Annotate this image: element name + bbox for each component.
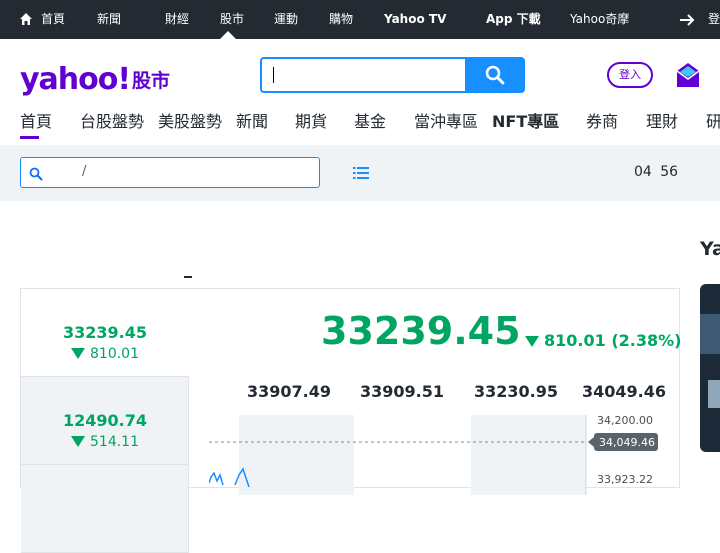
thumbnail-shape (708, 380, 720, 408)
topnav-item-signin[interactable]: 登入 (708, 0, 720, 39)
index-change: 810.01 (21, 346, 189, 362)
search-input[interactable] (260, 57, 465, 93)
index-value: 33239.45 (62, 323, 147, 342)
stat-value: 33230.95 (474, 382, 559, 401)
login-button[interactable]: 登入 (607, 62, 653, 88)
topnav-item-app-download[interactable]: App 下載 (486, 0, 541, 39)
index-change-value: 514.11 (90, 434, 139, 450)
index-tab[interactable]: 12490.74 514.11 (21, 377, 189, 465)
list-icon[interactable] (353, 166, 369, 180)
tab-home[interactable]: 首頁 (20, 110, 52, 134)
tab-research[interactable]: 研究 (706, 110, 720, 134)
index-tab[interactable]: 33239.45 810.01 (21, 289, 189, 377)
tab-brokers[interactable]: 券商 (586, 110, 618, 134)
stat-value: 33907.49 (247, 382, 332, 401)
active-tab-caret (220, 31, 236, 39)
reference-label-pointer (588, 437, 594, 447)
topnav-item-news[interactable]: 新聞 (97, 0, 121, 39)
stat-value: 33909.51 (360, 382, 445, 401)
home-icon[interactable] (19, 12, 33, 26)
topnav-item-shopping[interactable]: 購物 (329, 0, 353, 39)
tab-funds[interactable]: 基金 (354, 110, 386, 134)
logo-sub: 股市 (132, 70, 171, 92)
topnav-item-finance[interactable]: 財經 (165, 0, 189, 39)
main-change: 810.01 (2.38%) (525, 331, 681, 350)
title-dash (184, 276, 192, 278)
tick-label: 34,200.00 (597, 415, 653, 427)
index-value: 12490.74 (62, 411, 147, 430)
tab-futures[interactable]: 期貨 (295, 110, 327, 134)
chart-band (239, 415, 354, 495)
quote-search-separator: / (82, 164, 87, 179)
topnav-item-yahoo-tv[interactable]: Yahoo TV (384, 0, 446, 39)
tab-nft[interactable]: NFT專區 (492, 110, 559, 134)
index-change: 514.11 (21, 434, 189, 450)
tab-daytrade[interactable]: 當沖專區 (414, 110, 478, 134)
down-triangle-icon (71, 348, 85, 359)
search-icon (29, 167, 43, 181)
main-price: 33239.45 (321, 309, 521, 353)
topnav-item-sports[interactable]: 運動 (274, 0, 298, 39)
topnav-item-yahoo-kimo[interactable]: Yahoo奇摩 (570, 0, 629, 39)
topnav-item-home[interactable]: 首頁 (41, 0, 65, 39)
market-time: 04 56 (634, 164, 679, 180)
search-icon (485, 65, 505, 85)
video-thumbnail[interactable] (700, 284, 720, 452)
main-change-value: 810.01 (2.38%) (544, 331, 682, 350)
active-tab-underline (20, 136, 39, 139)
quote-search-input[interactable]: / (20, 157, 320, 188)
index-tab[interactable] (21, 465, 189, 553)
mail-icon[interactable] (676, 62, 700, 88)
logo-brand: yahoo! (20, 62, 131, 97)
right-rail-title: Ya (700, 238, 720, 260)
tab-tw-market[interactable]: 台股盤勢 (80, 110, 144, 134)
tab-news[interactable]: 新聞 (236, 110, 268, 134)
tab-wealth[interactable]: 理財 (646, 110, 678, 134)
down-triangle-icon (71, 436, 85, 447)
reference-label: 34,049.46 (599, 436, 655, 449)
tab-us-market[interactable]: 美股盤勢 (158, 110, 222, 134)
chart-band (471, 415, 586, 495)
text-cursor (273, 67, 274, 83)
top-navigation-bar: 首頁 新聞 財經 股市 運動 購物 Yahoo TV App 下載 Yahoo奇… (0, 0, 720, 39)
index-quote-panel: 33239.45 810.01 12490.74 514.11 33239.45… (20, 288, 681, 553)
down-triangle-icon (525, 336, 539, 347)
price-line (209, 471, 224, 486)
arrow-right-icon[interactable] (678, 11, 696, 29)
thumbnail-shape (700, 314, 720, 354)
stat-value: 34049.46 (582, 382, 667, 401)
search-button[interactable] (465, 57, 525, 93)
index-change-value: 810.01 (90, 346, 139, 362)
intraday-chart[interactable]: 34,200.00 34,049.46 33,923.22 (209, 415, 679, 495)
